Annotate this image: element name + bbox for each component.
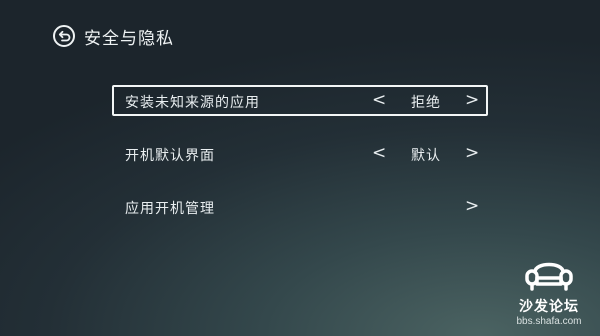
chevron-left-icon[interactable]: < xyxy=(372,143,386,164)
setting-label: 开机默认界面 xyxy=(125,148,215,164)
setting-row-install-unknown-sources[interactable]: 安装未知来源的应用 < 拒绝 > xyxy=(112,85,488,116)
setting-value: 默认 xyxy=(411,148,441,164)
chevron-left-icon[interactable]: < xyxy=(372,90,386,111)
watermark-url: bbs.shafa.com xyxy=(516,316,582,327)
back-icon[interactable] xyxy=(52,24,76,48)
chevron-right-icon[interactable]: > xyxy=(465,196,479,217)
setting-label: 安装未知来源的应用 xyxy=(125,95,260,111)
setting-label: 应用开机管理 xyxy=(125,201,215,217)
watermark: 沙发论坛 bbs.shafa.com xyxy=(506,254,592,332)
setting-row-boot-default-screen[interactable]: 开机默认界面 < 默认 > xyxy=(112,138,488,169)
sofa-logo-icon xyxy=(523,254,575,294)
header: 安全与隐私 xyxy=(52,22,174,50)
watermark-text: 沙发论坛 xyxy=(519,299,579,315)
chevron-right-icon[interactable]: > xyxy=(465,143,479,164)
setting-row-app-boot-management[interactable]: 应用开机管理 > xyxy=(112,191,488,222)
setting-value: 拒绝 xyxy=(411,95,441,111)
chevron-right-icon[interactable]: > xyxy=(465,90,479,111)
settings-list: 安装未知来源的应用 < 拒绝 > 开机默认界面 < 默认 > 应用开机管理 > xyxy=(112,85,488,244)
page-title: 安全与隐私 xyxy=(84,28,174,49)
